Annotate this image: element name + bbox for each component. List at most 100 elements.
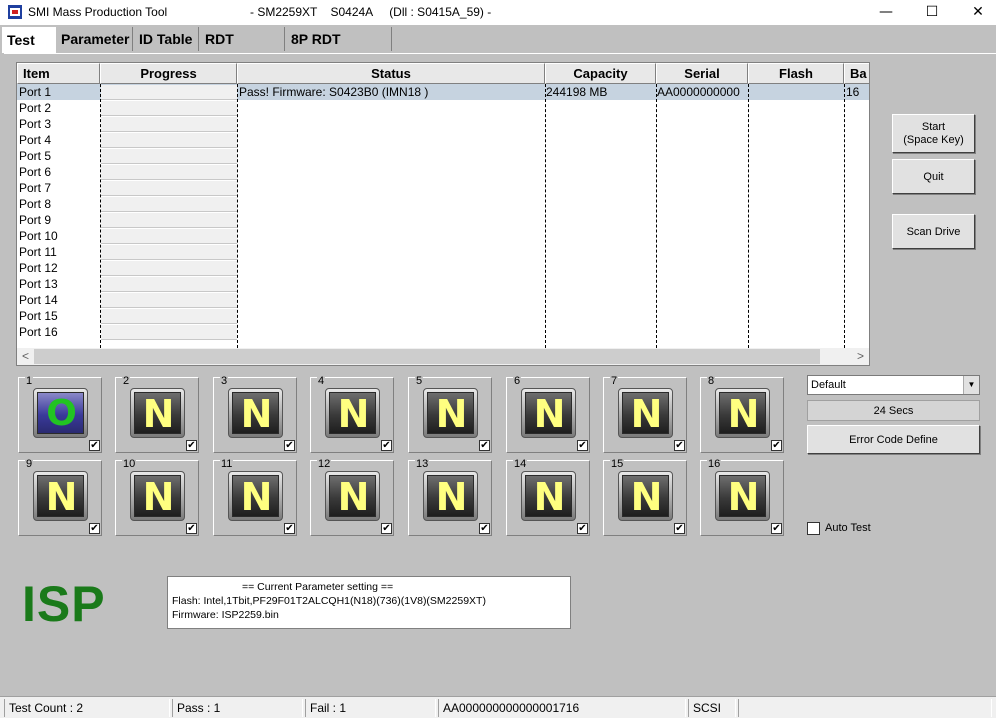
cell-serial: AA0000000000: [657, 85, 740, 99]
slot-enabled-checkbox[interactable]: ✔: [284, 523, 295, 534]
port-slot[interactable]: 1 O ✔: [18, 375, 102, 453]
status-serial: AA000000000000001716: [438, 699, 686, 717]
cell-item: Port 7: [19, 181, 52, 195]
tab-test[interactable]: Test: [2, 27, 56, 53]
checkbox-icon[interactable]: [807, 521, 820, 535]
table-row[interactable]: Port 2: [17, 100, 869, 116]
col-capacity[interactable]: Capacity: [545, 63, 656, 84]
not-tested-status-icon: N: [33, 471, 88, 521]
port-slot[interactable]: 4 N ✔: [310, 375, 394, 453]
table-row[interactable]: Port 11: [17, 244, 869, 260]
tab-8p-rdt-result[interactable]: 8P RDT Result: [287, 27, 392, 71]
table-row[interactable]: Port 10: [17, 228, 869, 244]
slot-enabled-checkbox[interactable]: ✔: [186, 523, 197, 534]
status-bar: Test Count : 2 Pass : 1 Fail : 1 AA00000…: [0, 696, 996, 718]
scan-drive-button[interactable]: Scan Drive: [892, 214, 975, 249]
current-parameter-box: == Current Parameter setting == Flash: I…: [167, 576, 571, 629]
cell-item: Port 1: [19, 85, 52, 99]
table-row[interactable]: Port 8: [17, 196, 869, 212]
slot-enabled-checkbox[interactable]: ✔: [771, 440, 782, 451]
slot-number: 1: [25, 375, 34, 387]
port-slot[interactable]: 12 N ✔: [310, 458, 394, 536]
port-slot[interactable]: 15 N ✔: [603, 458, 687, 536]
col-item[interactable]: Item: [17, 63, 100, 84]
port-slot[interactable]: 10 N ✔: [115, 458, 199, 536]
cell-item: Port 2: [19, 101, 52, 115]
slot-enabled-checkbox[interactable]: ✔: [577, 523, 588, 534]
port-slot[interactable]: 6 N ✔: [506, 375, 590, 453]
tab-id-table[interactable]: ID Table: [135, 27, 199, 51]
slot-enabled-checkbox[interactable]: ✔: [284, 440, 295, 451]
table-row[interactable]: Port 4: [17, 132, 869, 148]
start-button[interactable]: Start (Space Key): [892, 114, 975, 153]
port-slot[interactable]: 16 N ✔: [700, 458, 784, 536]
col-progress[interactable]: Progress: [100, 63, 237, 84]
slot-enabled-checkbox[interactable]: ✔: [479, 523, 490, 534]
not-tested-status-icon: N: [228, 471, 283, 521]
port-slot[interactable]: 3 N ✔: [213, 375, 297, 453]
table-row[interactable]: Port 1 Pass! Firmware: S0423B0 (IMN18 ) 24…: [17, 84, 869, 100]
close-button[interactable]: ✕: [955, 0, 996, 25]
cell-status: Pass! Firmware: S0423B0 (IMN18 ): [239, 85, 429, 99]
progress-bar: [101, 229, 237, 244]
tab-parameter[interactable]: Parameter: [57, 27, 133, 51]
table-row[interactable]: Port 16: [17, 324, 869, 340]
slot-enabled-checkbox[interactable]: ✔: [381, 440, 392, 451]
col-status[interactable]: Status: [237, 63, 545, 84]
cell-item: Port 10: [19, 229, 58, 243]
port-slot[interactable]: 8 N ✔: [700, 375, 784, 453]
auto-test-label: Auto Test: [825, 522, 871, 534]
tab-rdt-result[interactable]: RDT Result: [201, 27, 285, 71]
status-icon-face: N: [134, 475, 181, 518]
scroll-right-icon[interactable]: >: [852, 348, 869, 365]
table-row[interactable]: Port 13: [17, 276, 869, 292]
maximize-button[interactable]: ☐: [909, 0, 955, 25]
error-code-define-button[interactable]: Error Code Define: [807, 425, 980, 454]
progress-bar: [101, 277, 237, 292]
table-row[interactable]: Port 15: [17, 308, 869, 324]
col-ba[interactable]: Ba: [844, 63, 869, 84]
column-divider: [237, 84, 238, 348]
table-row[interactable]: Port 3: [17, 116, 869, 132]
slot-number: 3: [220, 375, 229, 387]
scroll-left-icon[interactable]: <: [17, 348, 34, 365]
auto-test-checkbox[interactable]: Auto Test: [807, 520, 871, 536]
table-row[interactable]: Port 14: [17, 292, 869, 308]
col-flash[interactable]: Flash: [748, 63, 844, 84]
slot-enabled-checkbox[interactable]: ✔: [381, 523, 392, 534]
table-row[interactable]: Port 6: [17, 164, 869, 180]
port-slot[interactable]: 7 N ✔: [603, 375, 687, 453]
table-row[interactable]: Port 5: [17, 148, 869, 164]
cell-item: Port 14: [19, 293, 58, 307]
port-slot[interactable]: 13 N ✔: [408, 458, 492, 536]
quit-button[interactable]: Quit: [892, 159, 975, 194]
profile-select[interactable]: Default ▼: [807, 375, 980, 395]
status-icon-face: N: [329, 475, 376, 518]
slot-enabled-checkbox[interactable]: ✔: [89, 440, 100, 451]
slot-enabled-checkbox[interactable]: ✔: [186, 440, 197, 451]
slot-enabled-checkbox[interactable]: ✔: [89, 523, 100, 534]
slot-enabled-checkbox[interactable]: ✔: [674, 440, 685, 451]
status-letter: N: [240, 392, 273, 436]
status-letter: N: [533, 475, 566, 519]
slot-number: 10: [122, 458, 137, 470]
port-slot[interactable]: 14 N ✔: [506, 458, 590, 536]
slot-enabled-checkbox[interactable]: ✔: [674, 523, 685, 534]
slot-enabled-checkbox[interactable]: ✔: [771, 523, 782, 534]
slot-enabled-checkbox[interactable]: ✔: [577, 440, 588, 451]
port-slot[interactable]: 9 N ✔: [18, 458, 102, 536]
table-row[interactable]: Port 12: [17, 260, 869, 276]
status-icon-face: N: [329, 392, 376, 435]
port-slot[interactable]: 2 N ✔: [115, 375, 199, 453]
horizontal-scrollbar[interactable]: < >: [17, 348, 869, 365]
col-serial[interactable]: Serial: [656, 63, 748, 84]
scroll-thumb[interactable]: [34, 349, 820, 364]
table-row[interactable]: Port 9: [17, 212, 869, 228]
chevron-down-icon[interactable]: ▼: [963, 376, 979, 394]
port-slot[interactable]: 5 N ✔: [408, 375, 492, 453]
port-slot[interactable]: 11 N ✔: [213, 458, 297, 536]
slot-enabled-checkbox[interactable]: ✔: [479, 440, 490, 451]
port-list[interactable]: Item Progress Status Capacity Serial Fla…: [16, 62, 870, 366]
minimize-button[interactable]: —: [863, 0, 909, 25]
table-row[interactable]: Port 7: [17, 180, 869, 196]
